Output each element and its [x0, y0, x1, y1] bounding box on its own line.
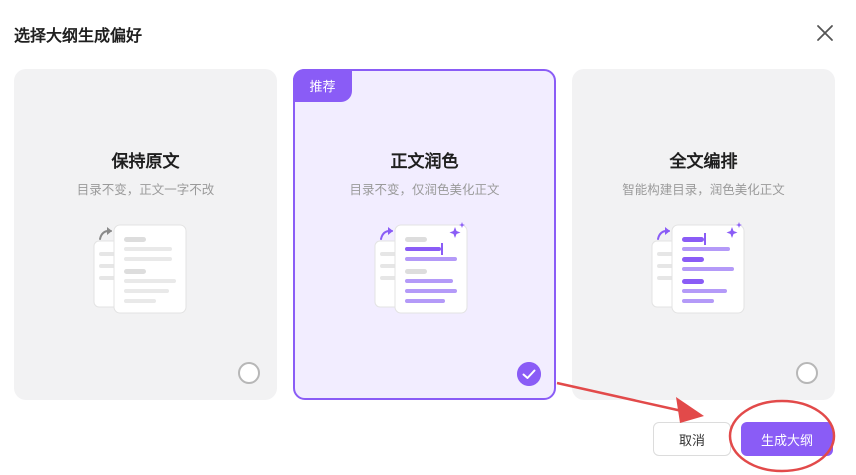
recommended-badge: 推荐	[293, 69, 352, 102]
option-title: 保持原文	[111, 152, 180, 172]
option-description: 目录不变，正文一字不改	[76, 182, 215, 197]
document-illustration-icon	[93, 224, 187, 314]
option-card-full-reorganize[interactable]: 全文编排 智能构建目录，润色美化正文	[572, 69, 835, 400]
close-icon[interactable]	[812, 20, 838, 46]
option-description: 目录不变，仅润色美化正文	[349, 182, 500, 197]
document-reorganize-illustration-icon	[651, 222, 745, 314]
option-radio[interactable]	[796, 362, 818, 384]
cancel-button[interactable]: 取消	[653, 422, 731, 456]
option-card-keep-original[interactable]: 保持原文 目录不变，正文一字不改	[14, 69, 277, 400]
checkmark-icon[interactable]	[517, 362, 541, 386]
option-radio[interactable]	[238, 362, 260, 384]
option-title: 全文编排	[669, 152, 738, 172]
dialog-title: 选择大纲生成偏好	[14, 26, 143, 45]
option-title: 正文润色	[390, 152, 459, 172]
document-polish-illustration-icon	[374, 222, 468, 314]
generate-outline-button[interactable]: 生成大纲	[741, 422, 833, 456]
option-card-polish-body[interactable]: 推荐 正文润色 目录不变，仅润色美化正文	[293, 69, 556, 400]
option-description: 智能构建目录，润色美化正文	[622, 182, 785, 197]
